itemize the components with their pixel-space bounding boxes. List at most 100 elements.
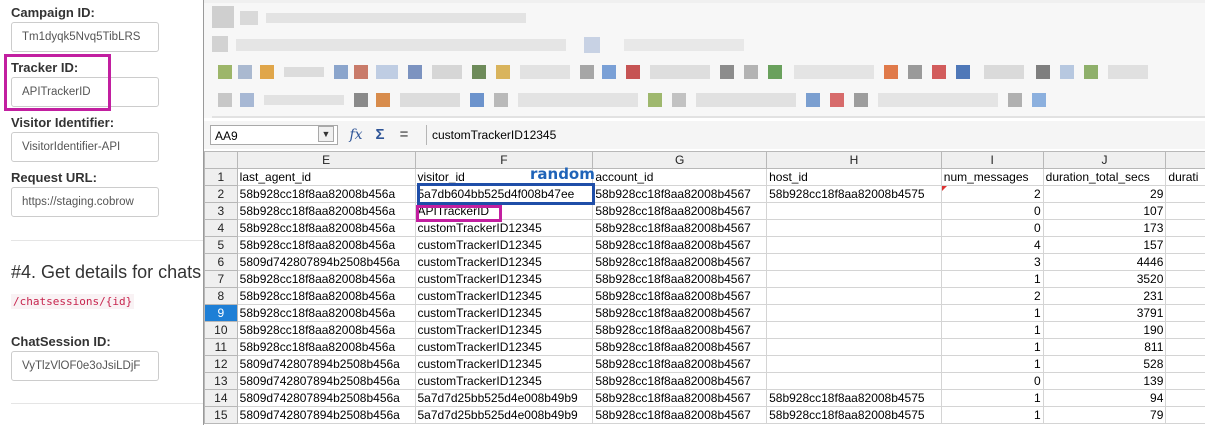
table-cell[interactable]: 5809d742807894b2508b456a (236, 355, 416, 373)
table-cell[interactable]: 5809d742807894b2508b456a (236, 372, 416, 390)
table-cell[interactable]: duration_total_secs (1042, 168, 1167, 186)
table-cell[interactable]: customTrackerID12345 (414, 355, 594, 373)
row-header[interactable]: 8 (204, 287, 238, 305)
table-cell[interactable] (1165, 287, 1205, 305)
table-cell[interactable]: customTrackerID12345 (414, 287, 594, 305)
chevron-down-icon[interactable]: ▼ (318, 126, 334, 142)
table-cell[interactable]: 58b928cc18f8aa82008b4567 (592, 270, 768, 288)
select-all-corner[interactable] (204, 151, 238, 169)
table-cell[interactable]: 58b928cc18f8aa82008b4567 (592, 389, 768, 407)
table-cell[interactable] (766, 202, 942, 220)
row-header[interactable]: 11 (204, 338, 238, 356)
table-cell[interactable]: 58b928cc18f8aa82008b4567 (592, 406, 768, 424)
table-cell[interactable]: 58b928cc18f8aa82008b456a (236, 321, 416, 339)
table-cell[interactable] (1165, 355, 1205, 373)
request-url-input[interactable]: https://staging.cobrow (11, 187, 159, 217)
table-cell[interactable]: 58b928cc18f8aa82008b456a (236, 219, 416, 237)
table-cell[interactable]: 2 (940, 185, 1044, 203)
table-cell[interactable]: 58b928cc18f8aa82008b4575 (766, 185, 942, 203)
table-cell[interactable]: 58b928cc18f8aa82008b456a (236, 202, 416, 220)
table-cell[interactable]: 5809d742807894b2508b456a (236, 389, 416, 407)
column-header[interactable]: E (236, 151, 416, 169)
table-cell[interactable] (766, 287, 942, 305)
table-cell[interactable]: 173 (1042, 219, 1167, 237)
table-cell[interactable]: 190 (1042, 321, 1167, 339)
table-cell[interactable]: 58b928cc18f8aa82008b4567 (592, 338, 768, 356)
table-cell[interactable] (766, 236, 942, 254)
row-header[interactable]: 13 (204, 372, 238, 390)
table-cell[interactable]: 3791 (1042, 304, 1167, 322)
row-header[interactable]: 7 (204, 270, 238, 288)
table-cell[interactable]: 528 (1042, 355, 1167, 373)
table-cell[interactable]: 4 (940, 236, 1044, 254)
table-cell[interactable]: customTrackerID12345 (414, 270, 594, 288)
table-cell[interactable]: 0 (940, 219, 1044, 237)
table-cell[interactable]: 1 (940, 270, 1044, 288)
table-cell[interactable]: 58b928cc18f8aa82008b4575 (766, 406, 942, 424)
column-header[interactable]: J (1042, 151, 1167, 169)
table-cell[interactable]: 94 (1042, 389, 1167, 407)
row-header[interactable]: 4 (204, 219, 238, 237)
table-cell[interactable]: 58b928cc18f8aa82008b4567 (592, 304, 768, 322)
table-cell[interactable]: account_id (592, 168, 768, 186)
table-cell[interactable]: 1 (940, 321, 1044, 339)
table-cell[interactable] (766, 270, 942, 288)
table-cell[interactable]: 2 (940, 287, 1044, 305)
table-cell[interactable] (1165, 389, 1205, 407)
table-cell[interactable]: 1 (940, 389, 1044, 407)
table-cell[interactable]: 58b928cc18f8aa82008b456a (236, 270, 416, 288)
table-cell[interactable]: 58b928cc18f8aa82008b4567 (592, 219, 768, 237)
table-cell[interactable]: 5809d742807894b2508b456a (236, 406, 416, 424)
table-cell[interactable]: num_messages (940, 168, 1044, 186)
row-header[interactable]: 15 (204, 406, 238, 424)
row-header[interactable]: 1 (204, 168, 238, 186)
table-cell[interactable]: 231 (1042, 287, 1167, 305)
table-cell[interactable] (766, 338, 942, 356)
sheet-grid[interactable]: E F G H I J 1 last_agent_id visitor_id acco… (204, 151, 1205, 425)
table-cell[interactable]: 5a7d7d25bb525d4e008b49b9 (414, 406, 594, 424)
column-header[interactable] (1165, 151, 1205, 169)
table-cell[interactable]: customTrackerID12345 (414, 236, 594, 254)
campaign-id-input[interactable]: Tm1dyqk5Nvq5TibLRS (11, 22, 159, 52)
table-cell[interactable]: 5809d742807894b2508b456a (236, 253, 416, 271)
row-header[interactable]: 12 (204, 355, 238, 373)
row-header[interactable]: 3 (204, 202, 238, 220)
table-cell[interactable] (766, 219, 942, 237)
table-cell[interactable]: 0 (940, 372, 1044, 390)
row-header[interactable]: 5 (204, 236, 238, 254)
table-cell[interactable]: 58b928cc18f8aa82008b456a (236, 304, 416, 322)
table-cell[interactable]: 3520 (1042, 270, 1167, 288)
table-cell[interactable] (766, 304, 942, 322)
table-cell[interactable]: customTrackerID12345 (414, 372, 594, 390)
table-cell[interactable]: 1 (940, 338, 1044, 356)
table-cell[interactable]: 5a7d7d25bb525d4e008b49b9 (414, 389, 594, 407)
table-cell[interactable]: 811 (1042, 338, 1167, 356)
table-cell[interactable] (1165, 338, 1205, 356)
table-cell[interactable]: 58b928cc18f8aa82008b4567 (592, 287, 768, 305)
table-cell[interactable]: 139 (1042, 372, 1167, 390)
table-cell[interactable]: 58b928cc18f8aa82008b4567 (592, 321, 768, 339)
row-header[interactable]: 9 (204, 304, 238, 322)
table-cell[interactable]: 58b928cc18f8aa82008b456a (236, 287, 416, 305)
table-cell[interactable]: last_agent_id (236, 168, 416, 186)
table-cell[interactable]: customTrackerID12345 (414, 253, 594, 271)
table-cell[interactable] (1165, 372, 1205, 390)
table-cell[interactable] (1165, 270, 1205, 288)
table-cell[interactable] (766, 372, 942, 390)
row-header[interactable]: 14 (204, 389, 238, 407)
table-cell[interactable] (1165, 202, 1205, 220)
table-cell[interactable] (1165, 321, 1205, 339)
function-wizard-icon[interactable]: fx (346, 126, 366, 144)
table-cell[interactable]: 4446 (1042, 253, 1167, 271)
table-cell[interactable]: 58b928cc18f8aa82008b456a (236, 338, 416, 356)
row-header[interactable]: 10 (204, 321, 238, 339)
table-cell[interactable] (1165, 304, 1205, 322)
table-cell[interactable]: customTrackerID12345 (414, 304, 594, 322)
table-cell[interactable]: customTrackerID12345 (414, 338, 594, 356)
table-cell[interactable] (1165, 185, 1205, 203)
equals-icon[interactable]: = (396, 126, 412, 144)
column-header[interactable]: H (766, 151, 942, 169)
table-cell[interactable] (766, 355, 942, 373)
table-cell[interactable]: 58b928cc18f8aa82008b4567 (592, 355, 768, 373)
table-cell[interactable]: 0 (940, 202, 1044, 220)
